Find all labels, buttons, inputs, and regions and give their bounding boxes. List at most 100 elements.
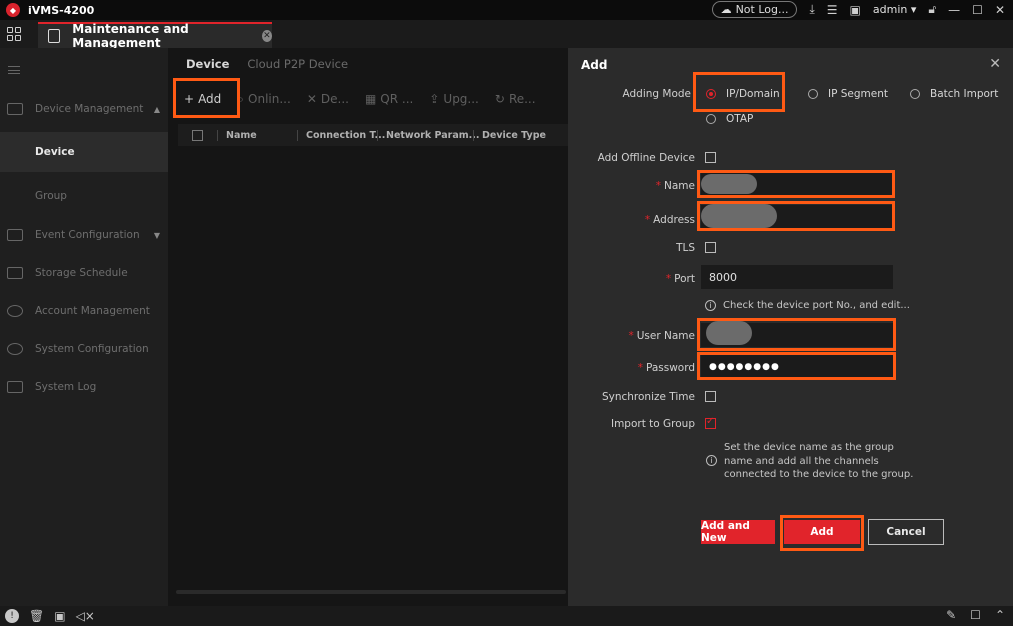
task-list-icon[interactable]: ☰	[827, 3, 838, 17]
password-label: * Password	[638, 362, 695, 374]
name-highlight	[697, 170, 895, 198]
mute-icon[interactable]: ◁×	[76, 609, 95, 623]
group-hint-line: name and add all the channels	[724, 455, 879, 467]
info-icon: i	[706, 455, 717, 466]
required-mark: *	[637, 362, 643, 374]
maximize-icon[interactable]: ☐	[972, 3, 983, 17]
event-icon	[7, 229, 23, 241]
gear-icon	[7, 343, 23, 355]
column-device-type[interactable]: Device Type	[473, 129, 546, 141]
close-window-icon[interactable]: ✕	[995, 3, 1005, 17]
sidebar-item-device[interactable]: Device	[0, 132, 168, 172]
sidebar-item-label: System Configuration	[35, 343, 149, 355]
tls-label: TLS	[676, 242, 695, 254]
password-label-text: Password	[645, 362, 695, 374]
close-icon: ✕	[306, 92, 317, 106]
sidebar-item-label: System Log	[35, 381, 97, 393]
tab-maintenance[interactable]: Maintenance and Management ✕	[38, 22, 272, 50]
username-label-text: User Name	[636, 330, 695, 342]
sidebar-item-system-log[interactable]: System Log	[0, 368, 168, 406]
upgrade-button[interactable]: ⇪ Upg...	[429, 92, 479, 106]
sidebar-item-event-configuration[interactable]: Event Configuration ▼	[0, 216, 168, 254]
column-name[interactable]: Name	[217, 129, 297, 141]
password-highlight	[697, 352, 896, 380]
qr-label: QR ...	[380, 92, 414, 106]
sidebar-item-group[interactable]: Group	[0, 176, 168, 216]
radio-icon	[706, 114, 716, 124]
refresh-label: Re...	[508, 92, 536, 106]
module-grid-icon[interactable]	[7, 27, 21, 41]
info-icon: i	[705, 300, 716, 311]
add-button-highlight	[780, 515, 864, 551]
screenshot-icon[interactable]: ▣	[54, 609, 65, 623]
adding-mode-label: Adding Mode	[622, 88, 691, 100]
user-menu[interactable]: admin ▾	[873, 3, 917, 16]
address-label: * Address	[645, 214, 695, 226]
sidebar-item-device-management[interactable]: Device Management ▲	[0, 90, 168, 128]
sidebar-item-label: Account Management	[35, 305, 150, 317]
close-icon[interactable]: ✕	[989, 56, 1001, 72]
add-offline-device-checkbox[interactable]	[705, 152, 716, 163]
device-subtabs: Device Cloud P2P Device	[168, 48, 568, 80]
monitor-icon	[48, 29, 61, 43]
alarm-icon[interactable]: !	[5, 609, 19, 623]
device-table-header: Name Connection T... Network Param... De…	[178, 124, 568, 146]
chevron-up-icon[interactable]: ⌃	[995, 608, 1005, 622]
sidebar-item-label: Event Configuration	[35, 229, 140, 241]
qr-code-button[interactable]: ▦ QR ...	[365, 92, 413, 106]
lock-icon[interactable]: 🔓︎	[928, 2, 936, 17]
online-device-button[interactable]: ⌕ Onlin...	[237, 92, 291, 107]
tls-checkbox[interactable]	[705, 242, 716, 253]
mode-label: Batch Import	[930, 88, 999, 100]
add-and-new-button[interactable]: Add and New	[701, 520, 775, 544]
column-network-params[interactable]: Network Param...	[377, 129, 480, 141]
required-mark: *	[665, 273, 672, 285]
qr-code-icon: ▦	[364, 92, 377, 106]
window-icon[interactable]: ☐	[970, 608, 981, 622]
synchronize-time-label: Synchronize Time	[601, 391, 695, 403]
log-icon	[7, 381, 23, 393]
tab-cloud-p2p-device[interactable]: Cloud P2P Device	[247, 57, 348, 71]
online-label: Onlin...	[248, 92, 291, 106]
trash-icon[interactable]: 🗑︎	[29, 609, 44, 623]
import-to-group-checkbox[interactable]	[705, 416, 716, 429]
horizontal-scrollbar[interactable]	[176, 590, 566, 594]
sidebar-item-account-management[interactable]: Account Management	[0, 292, 168, 330]
import-to-group-label: Import to Group	[610, 418, 695, 430]
title-bar-controls: ☁ Not Log... ⤓ ☰ ▣ admin ▾ 🔓︎ — ☐ ✕	[711, 1, 1005, 18]
minimize-icon[interactable]: —	[948, 3, 960, 17]
synchronize-time-checkbox[interactable]	[705, 391, 716, 402]
dialog-title: Add	[581, 58, 608, 72]
tab-label: Maintenance and Management	[72, 22, 189, 50]
app-title: iVMS-4200	[28, 3, 95, 17]
sidebar-item-system-configuration[interactable]: System Configuration	[0, 330, 168, 368]
mode-otap-radio[interactable]: OTAP	[706, 113, 753, 125]
select-all-checkbox[interactable]	[192, 129, 203, 141]
port-label-text: Port	[674, 273, 695, 285]
device-management-icon	[7, 103, 23, 115]
radio-icon	[808, 89, 818, 99]
image-icon[interactable]: ▣	[850, 3, 861, 17]
mode-label: OTAP	[726, 113, 754, 125]
cloud-icon: ☁	[720, 3, 732, 16]
port-hint-text: Check the device port No., and edit...	[723, 300, 910, 311]
refresh-icon: ↻	[494, 92, 505, 106]
upload-icon: ⇪	[429, 92, 440, 106]
user-icon	[7, 305, 23, 317]
tab-close-icon[interactable]: ✕	[261, 30, 272, 42]
username-highlight	[697, 318, 896, 351]
menu-icon[interactable]	[8, 66, 20, 74]
delete-button[interactable]: ✕ De...	[307, 92, 349, 106]
sidebar-item-storage-schedule[interactable]: Storage Schedule	[0, 254, 168, 292]
mode-batch-import-radio[interactable]: Batch Import	[910, 88, 998, 100]
cloud-login-button[interactable]: ☁ Not Log...	[711, 1, 798, 18]
download-icon[interactable]: ⤓	[809, 2, 814, 17]
pin-icon[interactable]: ✎	[946, 608, 956, 622]
cancel-button[interactable]: Cancel	[868, 519, 944, 545]
mode-ip-segment-radio[interactable]: IP Segment	[808, 88, 888, 100]
port-input[interactable]: 8000	[701, 265, 893, 289]
column-connection-type[interactable]: Connection T...	[297, 129, 385, 141]
refresh-button[interactable]: ↻ Re...	[495, 92, 536, 106]
tab-device[interactable]: Device	[186, 57, 229, 71]
app-logo-icon: ◆	[6, 3, 20, 17]
